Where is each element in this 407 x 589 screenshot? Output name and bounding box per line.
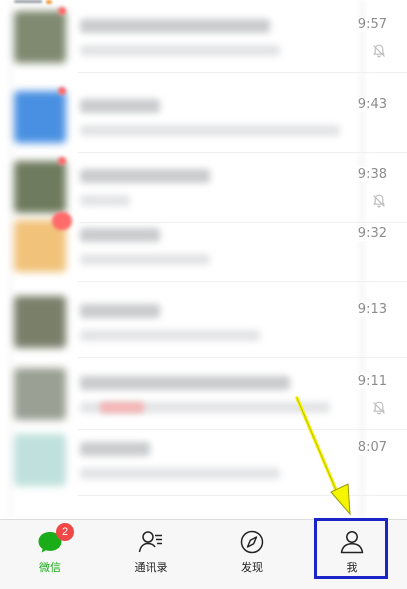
message-preview-redacted — [80, 330, 260, 341]
avatar — [14, 296, 66, 348]
chat-row[interactable]: 9:43 — [0, 83, 407, 153]
chat-time: 8:07 — [355, 440, 389, 455]
tab-chats-label: 微信 — [39, 561, 61, 574]
avatar — [14, 368, 66, 420]
chat-row[interactable]: 8:07 — [0, 426, 407, 496]
chat-row[interactable]: 9:57 — [0, 3, 407, 73]
avatar — [14, 91, 66, 143]
tab-discover-label: 发现 — [241, 561, 263, 574]
message-preview-redacted — [80, 125, 340, 136]
chat-time: 9:11 — [355, 374, 389, 389]
wechat-screen: 9:57 9:43 9:38 9:32 9:13 9:11 8:07 2 微信 通讯录 — [0, 0, 407, 589]
unread-dot — [58, 7, 66, 15]
message-preview-highlight — [100, 402, 144, 413]
chat-time: 9:13 — [355, 302, 389, 317]
tab-discover[interactable]: 发现 — [212, 520, 292, 589]
unread-badge — [52, 212, 72, 230]
unread-dot — [58, 87, 66, 95]
row-divider — [78, 357, 407, 358]
mute-bell-icon — [373, 44, 385, 58]
message-preview-redacted — [80, 195, 130, 206]
avatar — [14, 434, 66, 486]
compass-icon — [240, 530, 264, 554]
unread-badge: 2 — [56, 523, 74, 541]
chat-name-redacted — [80, 99, 160, 113]
avatar — [14, 161, 66, 213]
chat-name-redacted — [80, 169, 210, 183]
chat-row[interactable]: 9:11 — [0, 360, 407, 430]
tab-contacts-label: 通讯录 — [134, 561, 168, 574]
chat-name-redacted — [80, 228, 160, 242]
avatar — [14, 11, 66, 63]
row-divider — [78, 281, 407, 282]
chat-time: 9:43 — [355, 97, 389, 112]
chat-list[interactable]: 9:57 9:43 9:38 9:32 9:13 9:11 8:07 — [0, 0, 407, 518]
mute-bell-icon — [373, 401, 385, 415]
chat-row[interactable]: 9:32 — [0, 212, 407, 282]
chat-time: 9:57 — [355, 17, 389, 32]
highlight-box — [314, 518, 388, 579]
chat-name-redacted — [80, 376, 290, 390]
chat-row[interactable]: 9:13 — [0, 288, 407, 358]
message-preview-redacted — [80, 254, 210, 265]
chat-name-redacted — [80, 19, 270, 33]
message-preview-redacted — [80, 45, 280, 56]
mute-bell-icon — [373, 194, 385, 208]
chat-name-redacted — [80, 442, 150, 456]
chat-time: 9:32 — [355, 226, 389, 241]
tab-chats[interactable]: 2 微信 — [10, 520, 90, 589]
chat-time: 9:38 — [355, 167, 389, 182]
row-divider — [78, 495, 407, 496]
unread-dot — [58, 157, 66, 165]
chat-name-redacted — [80, 304, 160, 318]
message-preview-redacted — [80, 468, 280, 479]
tab-contacts[interactable]: 通讯录 — [111, 520, 191, 589]
contacts-icon — [138, 531, 162, 553]
row-divider — [78, 72, 407, 73]
